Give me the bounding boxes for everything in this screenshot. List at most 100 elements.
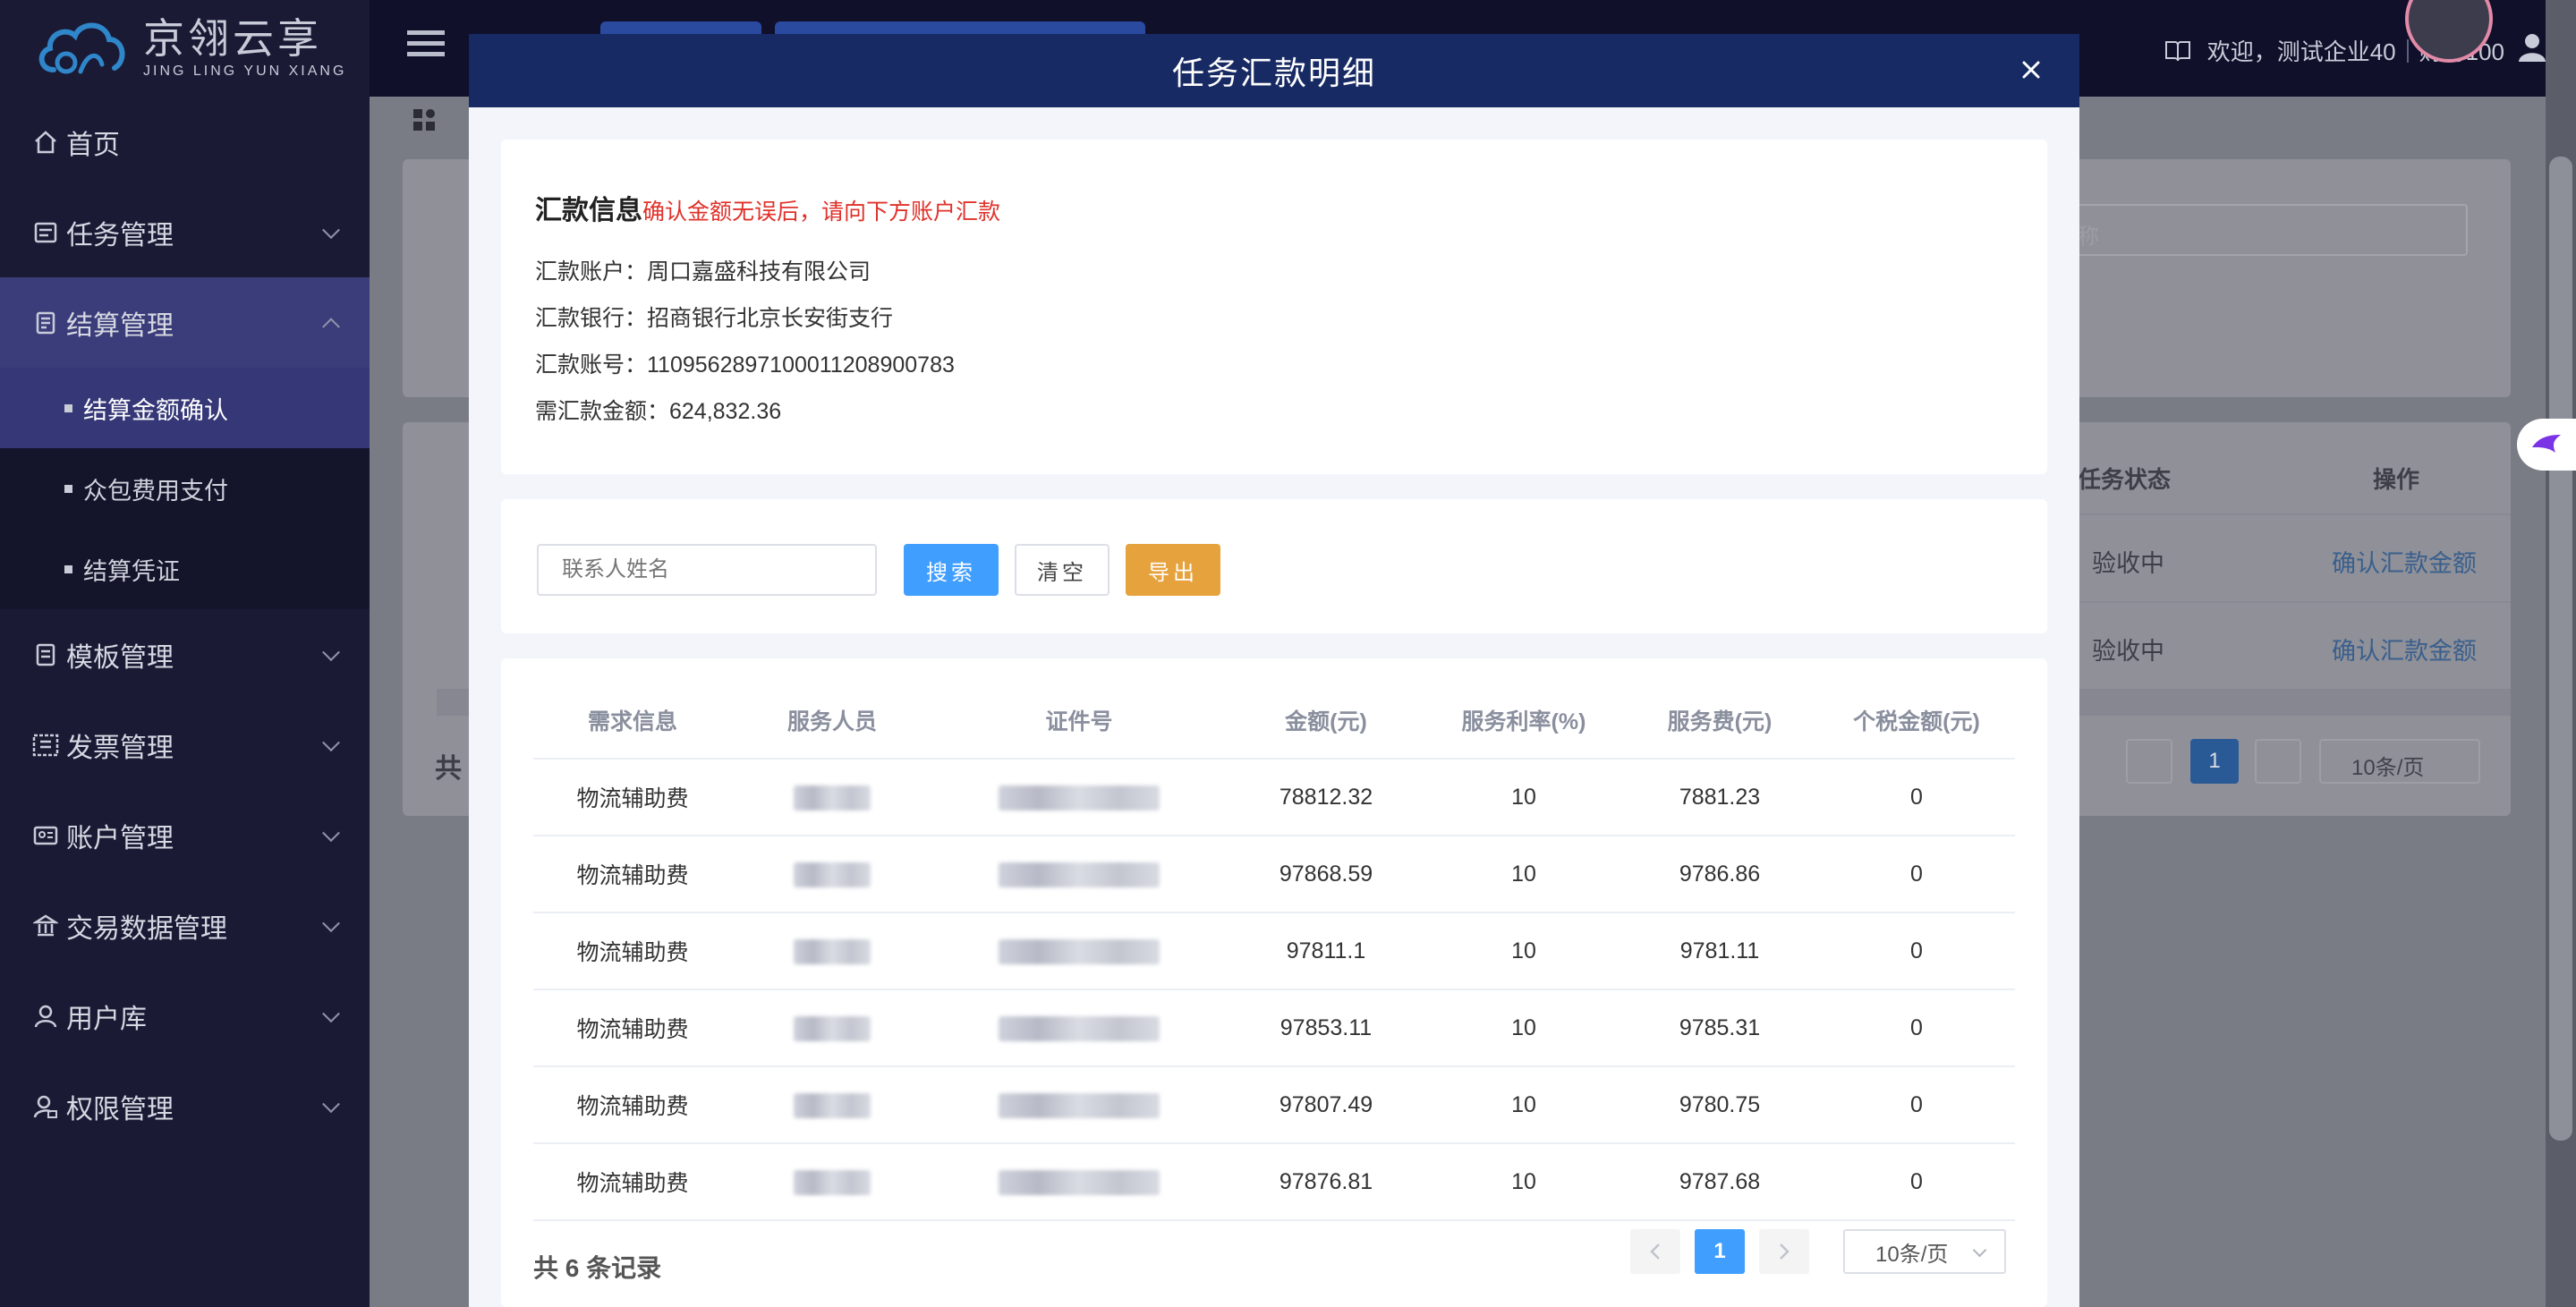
sidebar-item-label: 发票管理	[66, 733, 174, 763]
sidebar-item-label: 交易数据管理	[66, 913, 227, 944]
cell-id-redacted	[932, 836, 1226, 913]
cell-rate: 10	[1426, 912, 1621, 990]
cell-rate: 10	[1426, 759, 1621, 836]
page-scrollbar-thumb[interactable]	[2549, 157, 2572, 1141]
cell-worker-redacted	[732, 836, 932, 913]
bg-page-next	[2255, 739, 2301, 784]
sidebar-item-label: 权限管理	[66, 1094, 174, 1125]
sidebar-subitem-amount-confirm[interactable]: 结算金额确认	[0, 368, 370, 448]
cell-rate: 10	[1426, 1066, 1621, 1144]
invoice-icon	[32, 732, 59, 759]
sidebar-item-home[interactable]: 首页	[0, 97, 370, 187]
cell-rate: 10	[1426, 1143, 1621, 1221]
page-size-value: 10条/页	[1875, 1242, 1949, 1267]
modal-title: 任务汇款明细	[1171, 55, 1376, 91]
cell-fee: 9780.75	[1621, 1066, 1818, 1144]
bg-header-status: 任务状态	[2078, 466, 2172, 493]
cell-amount: 78812.32	[1226, 759, 1426, 836]
permission-icon	[32, 1093, 59, 1120]
page-number-current[interactable]: 1	[1695, 1229, 1745, 1274]
sidebar-item-trade-data[interactable]: 交易数据管理	[0, 880, 370, 971]
bg-page-prev	[2126, 739, 2172, 784]
chevron-down-icon	[1972, 1243, 1987, 1258]
sidebar-item-user-library[interactable]: 用户库	[0, 971, 370, 1061]
chevron-up-icon	[322, 317, 340, 335]
sidebar-item-settlement[interactable]: 结算管理	[0, 277, 370, 368]
app-logo[interactable]: 京翎云享 JING LING YUN XIANG	[34, 13, 346, 84]
detail-table-card: 需求信息 服务人员 证件号 金额(元) 服务利率(%) 服务费(元) 个税金额(…	[501, 658, 2047, 1307]
export-button[interactable]: 导出	[1126, 544, 1220, 596]
book-icon[interactable]	[2164, 39, 2191, 63]
remittance-detail-table: 需求信息 服务人员 证件号 金额(元) 服务利率(%) 服务费(元) 个税金额(…	[533, 682, 2015, 1221]
col-fee: 服务费(元)	[1621, 682, 1818, 760]
col-id-number: 证件号	[932, 682, 1226, 760]
cell-id-redacted	[932, 1066, 1226, 1144]
close-icon[interactable]	[2017, 55, 2045, 84]
account-icon	[32, 822, 59, 849]
col-amount: 金额(元)	[1226, 682, 1426, 760]
floating-assistant-button[interactable]	[2517, 419, 2576, 471]
template-icon	[32, 641, 59, 668]
chevron-left-icon	[1650, 1243, 1660, 1260]
sidebar-subitem-voucher[interactable]: 结算凭证	[0, 529, 370, 609]
cell-amount: 97853.11	[1226, 989, 1426, 1067]
table-row: 物流辅助费 97811.1 10 9781.11 0	[533, 912, 2015, 990]
sidebar-subitem-label: 结算凭证	[83, 557, 180, 585]
cell-fee: 9787.68	[1621, 1143, 1818, 1221]
sidebar-item-template[interactable]: 模板管理	[0, 609, 370, 700]
cell-demand: 物流辅助费	[533, 912, 732, 990]
info-warning-note: 确认金额无误后，请向下方账户汇款	[642, 199, 1001, 225]
col-worker: 服务人员	[732, 682, 932, 760]
menu-toggle-icon[interactable]	[407, 30, 445, 63]
sidebar-item-account[interactable]: 账户管理	[0, 790, 370, 880]
cell-worker-redacted	[732, 1066, 932, 1144]
cell-fee: 9786.86	[1621, 836, 1818, 913]
page-next-button[interactable]	[1759, 1229, 1809, 1274]
cell-demand: 物流辅助费	[533, 836, 732, 913]
sidebar-subitem-crowd-payment[interactable]: 众包费用支付	[0, 448, 370, 529]
bg-row-divider	[2031, 601, 2511, 603]
cell-demand: 物流辅助费	[533, 989, 732, 1067]
cell-tax: 0	[1818, 912, 2015, 990]
cell-fee: 9785.31	[1621, 989, 1818, 1067]
remit-amount-line: 需汇款金额：624,832.36	[535, 399, 782, 424]
cell-tax: 0	[1818, 1066, 2015, 1144]
bullet-icon	[64, 403, 72, 412]
remit-number-line: 汇款账号：110956289710001120890078​3	[535, 352, 955, 378]
page-size-select[interactable]: 10条/页	[1843, 1229, 2006, 1274]
sidebar-item-label: 模板管理	[66, 642, 174, 673]
cell-rate: 10	[1426, 989, 1621, 1067]
total-records: 共 6 条记录	[533, 1254, 662, 1282]
home-icon	[32, 129, 59, 156]
clear-button[interactable]: 清空	[1015, 544, 1109, 596]
chevron-right-icon	[1780, 1243, 1790, 1260]
chevron-down-icon	[322, 1004, 340, 1023]
contact-name-input[interactable]	[537, 544, 877, 596]
cell-worker-redacted	[732, 759, 932, 836]
cell-amount: 97876.81	[1226, 1143, 1426, 1221]
breadcrumb-grid-icon	[413, 109, 435, 131]
cell-worker-redacted	[732, 912, 932, 990]
bullet-icon	[64, 564, 72, 573]
bank-icon	[32, 912, 59, 939]
cell-worker-redacted	[732, 1143, 932, 1221]
cell-tax: 0	[1818, 989, 2015, 1067]
sidebar-item-task[interactable]: 任务管理	[0, 187, 370, 277]
chevron-down-icon	[322, 1094, 340, 1113]
user-icon	[32, 1003, 59, 1030]
logo-title: 京翎云享	[143, 15, 322, 62]
sidebar-item-invoice[interactable]: 发票管理	[0, 700, 370, 790]
cell-id-redacted	[932, 759, 1226, 836]
bg-row-status: 验收中	[2092, 550, 2164, 577]
info-heading: 汇款信息确认金额无误后，请向下方账户汇款	[535, 188, 1000, 227]
header-divider	[2406, 38, 2409, 63]
sidebar-item-label: 任务管理	[66, 220, 174, 250]
cell-demand: 物流辅助费	[533, 1066, 732, 1144]
col-rate: 服务利率(%)	[1426, 682, 1621, 760]
search-button[interactable]: 搜索	[904, 544, 999, 596]
sidebar-item-permission[interactable]: 权限管理	[0, 1061, 370, 1151]
user-avatar-icon[interactable]	[2517, 32, 2547, 63]
page-prev-button[interactable]	[1630, 1229, 1680, 1274]
sidebar-subitem-label: 结算金额确认	[83, 396, 228, 424]
logo-subtitle: JING LING YUN XIANG	[143, 64, 347, 79]
